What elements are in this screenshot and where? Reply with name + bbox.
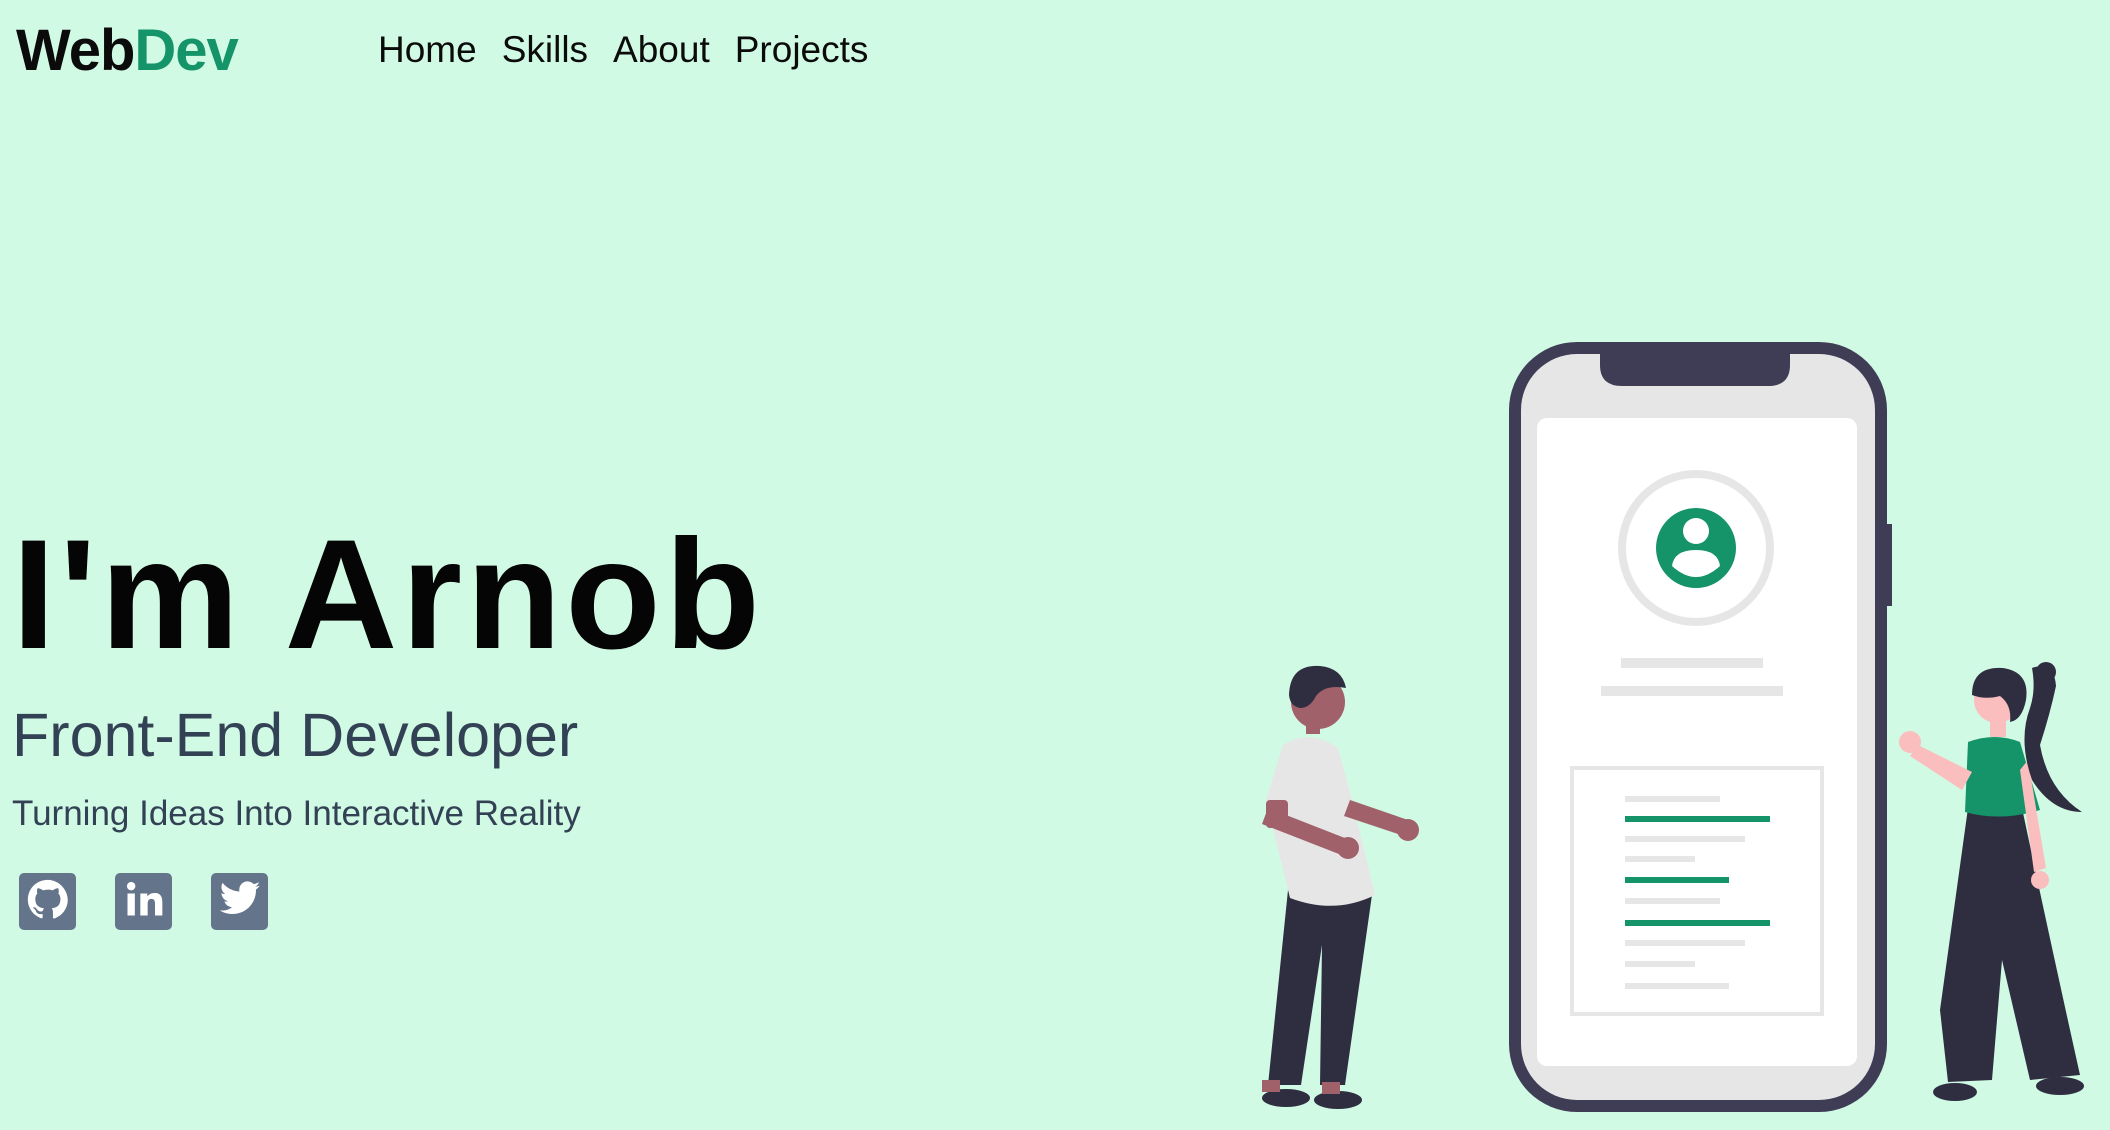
nav-projects[interactable]: Projects bbox=[735, 28, 869, 72]
navbar: WebDev Home Skills About Projects bbox=[0, 0, 2110, 110]
hero-tagline: Turning Ideas Into Interactive Reality bbox=[12, 794, 581, 833]
github-link[interactable] bbox=[19, 873, 76, 930]
linkedin-link[interactable] bbox=[115, 873, 172, 930]
woman-figure bbox=[1899, 662, 2084, 1101]
twitter-icon bbox=[218, 877, 262, 926]
nav-skills[interactable]: Skills bbox=[502, 28, 588, 72]
profile-icon bbox=[1656, 508, 1736, 588]
linkedin-icon bbox=[122, 877, 166, 926]
nav-about[interactable]: About bbox=[613, 28, 710, 72]
twitter-link[interactable] bbox=[211, 873, 268, 930]
hero-title: I'm Arnob bbox=[12, 508, 764, 682]
phone-illustration bbox=[1509, 342, 1892, 1112]
social-links bbox=[19, 873, 268, 930]
brand-name: Web bbox=[16, 18, 135, 83]
primary-nav: Home Skills About Projects bbox=[378, 28, 868, 72]
brand-logo[interactable]: WebDev bbox=[16, 18, 239, 83]
github-icon bbox=[25, 877, 70, 927]
hero-text: I'm Arnob Front-End Developer Turning Id… bbox=[12, 508, 764, 835]
man-figure bbox=[1262, 665, 1419, 1109]
nav-home[interactable]: Home bbox=[378, 28, 477, 72]
hero-role: Front-End Developer bbox=[12, 701, 579, 769]
brand-accent: Dev bbox=[134, 18, 238, 83]
